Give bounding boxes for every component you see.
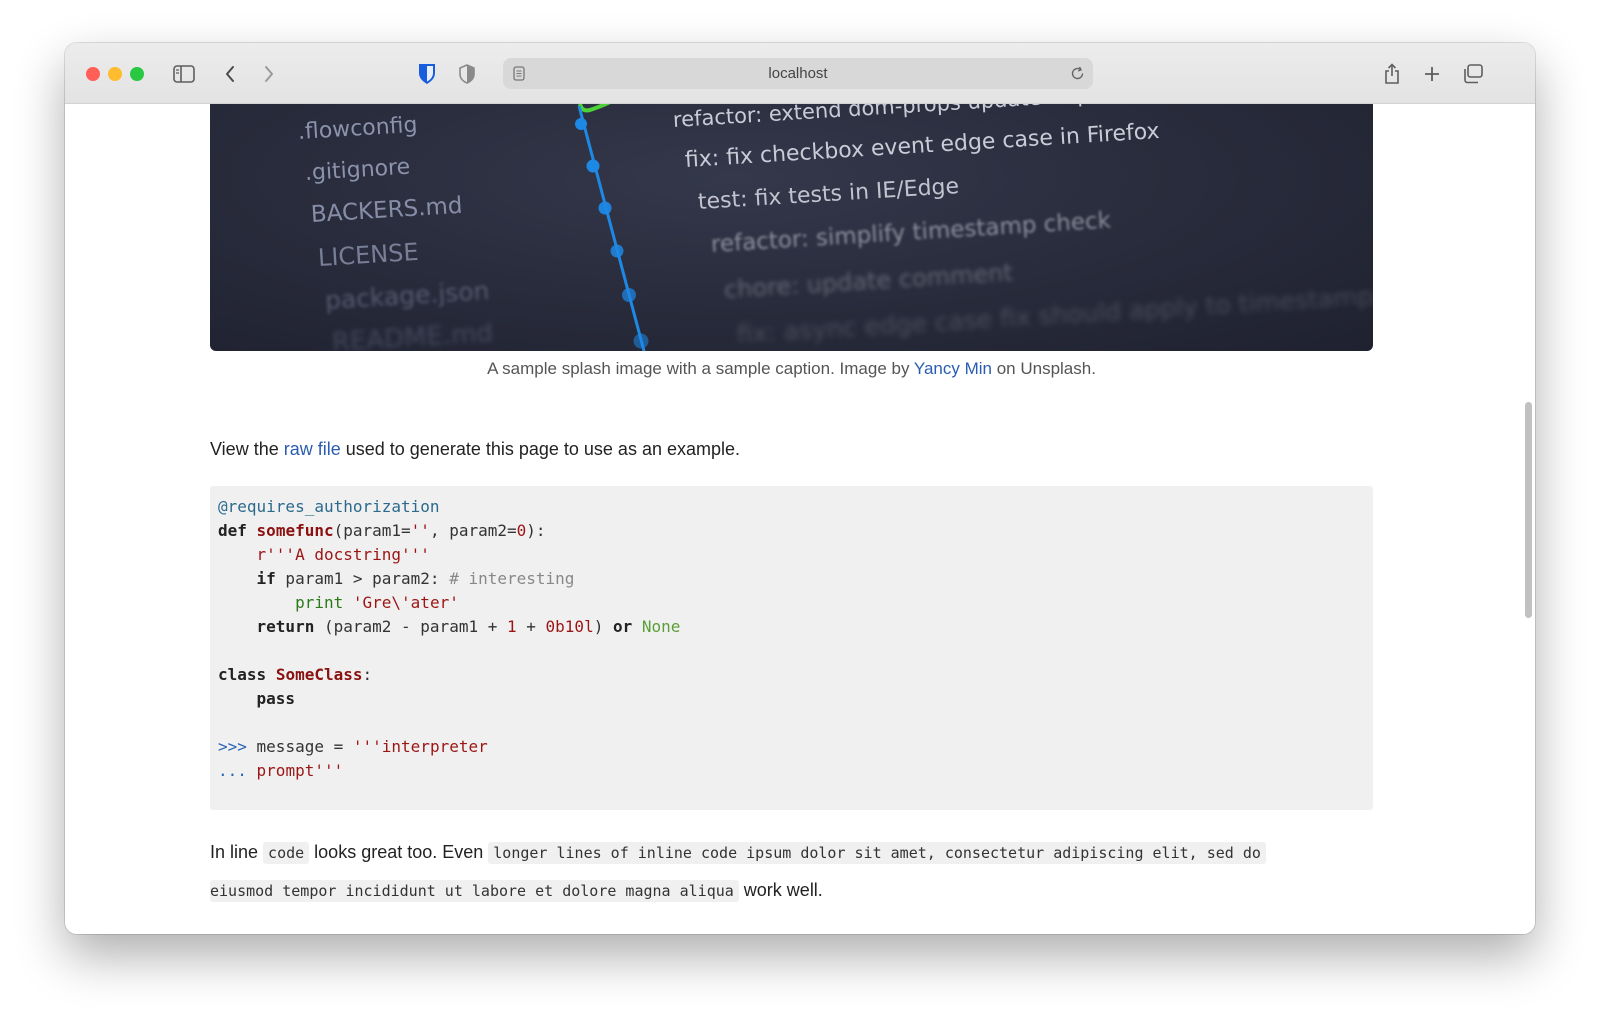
code-string: '''interpreter [352, 737, 488, 756]
code-string: prompt''' [246, 761, 344, 780]
paragraph-text: In line [210, 842, 264, 862]
code-block: @requires_authorization def somefunc(para… [210, 486, 1373, 810]
caption-text: A sample splash image with a sample capt… [487, 359, 914, 378]
code-text: + [516, 617, 546, 636]
code-function-name: somefunc [256, 521, 334, 540]
reload-icon[interactable] [1070, 66, 1085, 86]
intro-text-end: used to generate this page to use as an … [340, 439, 741, 459]
splash-image: .flowconfig .gitignore BACKERS.md LICENS… [210, 104, 1373, 351]
browser-window: localhost .flowconfig .gitignore BACKERS… [65, 43, 1535, 934]
paragraph-text: looks great too. Even [309, 842, 489, 862]
inline-code-paragraph: In line code looks great too. Even longe… [210, 834, 1373, 910]
code-number: 0b10l [545, 617, 594, 636]
inline-code: eiusmod tempor incididunt ut labore et d… [210, 880, 739, 902]
address-bar[interactable]: localhost [503, 58, 1093, 89]
photographer-link[interactable]: Yancy Min [914, 359, 992, 378]
sidebar-icon[interactable] [169, 59, 199, 89]
code-text: ): [526, 521, 546, 540]
code-keyword: def [218, 521, 247, 540]
bitwarden-icon[interactable] [412, 59, 442, 89]
code-text: , param2= [429, 521, 517, 540]
intro-text: View the [210, 439, 284, 459]
code-number: 0 [516, 521, 527, 540]
code-builtin: None [641, 617, 681, 636]
tab-overview-icon[interactable] [1458, 59, 1488, 89]
code-string: '' [410, 521, 430, 540]
forward-icon[interactable] [254, 59, 284, 89]
code-text: : [362, 665, 373, 684]
back-icon[interactable] [215, 59, 245, 89]
code-keyword: print [295, 593, 344, 612]
code-prompt: >>> [218, 737, 247, 756]
intro-paragraph: View the raw file used to generate this … [210, 439, 740, 460]
inline-code: code [263, 842, 310, 864]
code-text: (param2 - param1 + [314, 617, 507, 636]
code-keyword: class [218, 665, 267, 684]
code-text: ) [593, 617, 613, 636]
code-keyword: return [256, 617, 315, 636]
code-number: 1 [506, 617, 517, 636]
share-icon[interactable] [1377, 59, 1407, 89]
code-text: message = [246, 737, 353, 756]
url-text: localhost [768, 65, 828, 82]
code-class-name: SomeClass [275, 665, 363, 684]
code-string: 'Gre\'ater' [352, 593, 459, 612]
browser-toolbar: localhost [65, 43, 1535, 104]
code-decorator: @requires_authorization [218, 497, 440, 516]
close-window-button[interactable] [86, 67, 100, 81]
raw-file-link[interactable]: raw file [284, 439, 341, 459]
paragraph-text: work well. [738, 880, 823, 900]
minimize-window-button[interactable] [108, 67, 122, 81]
privacy-shield-icon[interactable] [452, 59, 482, 89]
caption-text-end: on Unsplash. [991, 359, 1096, 378]
new-tab-icon[interactable] [1417, 59, 1447, 89]
code-content: @requires_authorization def somefunc(para… [218, 495, 680, 783]
code-keyword: if [256, 569, 276, 588]
image-caption: A sample splash image with a sample capt… [210, 359, 1373, 379]
code-comment: # interesting [449, 569, 575, 588]
code-prompt: ... [218, 761, 247, 780]
scrollbar[interactable] [1525, 402, 1532, 618]
zoom-window-button[interactable] [130, 67, 144, 81]
inline-code: longer lines of inline code ipsum dolor … [488, 842, 1266, 864]
code-keyword: or [612, 617, 633, 636]
code-text: param1 > param2: [275, 569, 450, 588]
code-docstring: r'''A docstring''' [256, 545, 430, 564]
code-keyword: pass [256, 689, 296, 708]
page-content: .flowconfig .gitignore BACKERS.md LICENS… [65, 104, 1535, 934]
code-text: (param1= [333, 521, 411, 540]
